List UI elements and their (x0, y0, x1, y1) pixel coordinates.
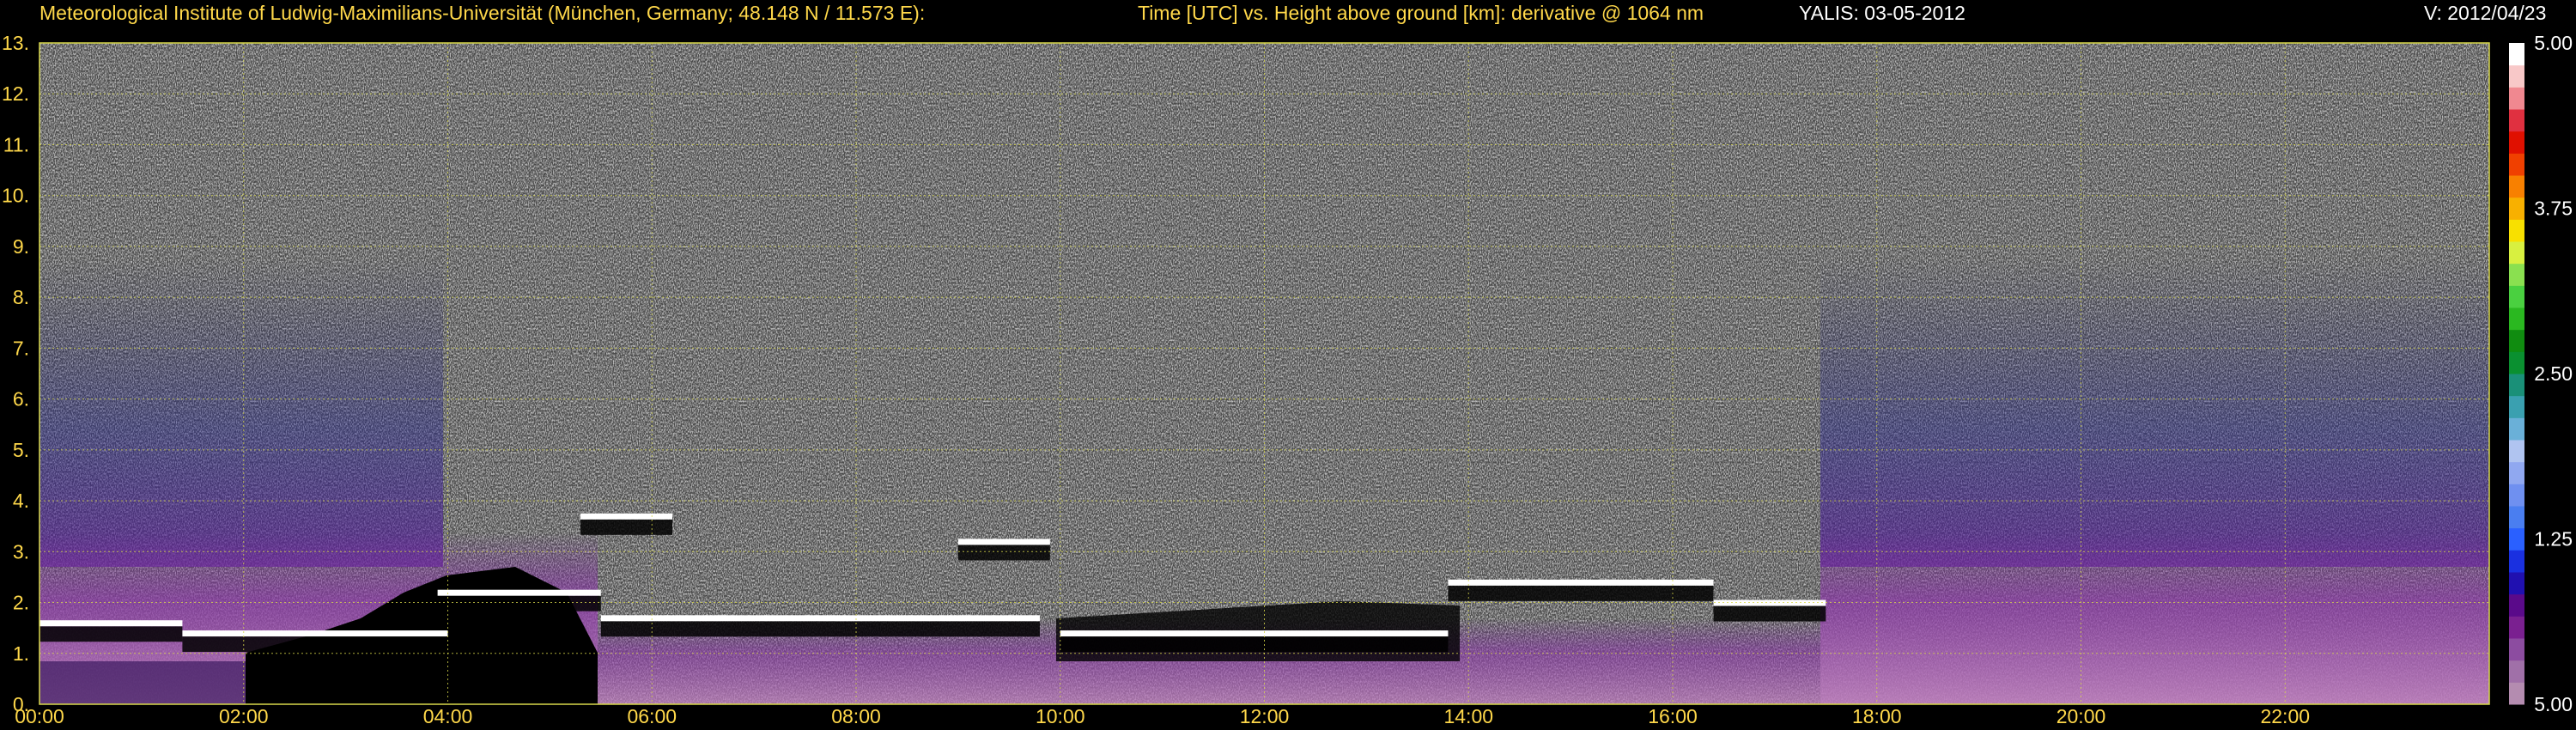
colorbar-segment (2509, 593, 2524, 617)
y-tick-label: 8. (13, 286, 29, 308)
y-tick-label: 9. (13, 235, 29, 258)
y-tick-label: 0. (13, 693, 29, 715)
aerosol-layer (39, 620, 183, 627)
y-tick-label: 5. (13, 439, 29, 461)
x-tick-label: 10:00 (1036, 705, 1085, 727)
layer-shadow (600, 621, 1040, 637)
y-tick-label: 3. (13, 540, 29, 563)
x-axis-ticks: 00:00 02:00 04:00 06:00 08:00 10:00 12:00 14:00… (15, 705, 2310, 727)
colorbar-segment (2509, 527, 2524, 551)
aerosol-layer (580, 513, 673, 520)
colorbar-segment (2509, 109, 2524, 132)
x-tick-label: 02:00 (219, 705, 269, 727)
aerosol-layer (1448, 579, 1714, 586)
layer-shadow (39, 626, 183, 642)
colorbar-segment (2509, 550, 2524, 573)
x-tick-label: 20:00 (2057, 705, 2106, 727)
colorbar-segment (2509, 351, 2524, 374)
colorbar-segment (2509, 506, 2524, 529)
colorbar-segment (2509, 440, 2524, 463)
colorbar-segment (2509, 87, 2524, 110)
aerosol-layer (600, 615, 1040, 622)
y-tick-label: 7. (13, 337, 29, 359)
y-tick-label: 10. (2, 185, 29, 207)
colorbar (2509, 43, 2524, 705)
colorbar-segment (2509, 329, 2524, 352)
x-tick-label: 22:00 (2260, 705, 2310, 727)
colorbar-segment (2509, 374, 2524, 397)
colorbar-segment (2509, 638, 2524, 661)
layer-shadow (1448, 585, 1714, 601)
y-tick-label: 6. (13, 388, 29, 411)
colorbar-segment (2509, 417, 2524, 441)
x-tick-label: 18:00 (1852, 705, 1902, 727)
y-tick-label: 2. (13, 592, 29, 614)
x-tick-label: 06:00 (627, 705, 677, 727)
colorbar-segment (2509, 197, 2524, 220)
x-tick-label: 16:00 (1648, 705, 1698, 727)
colorbar-tick-label: 3.75 (2534, 198, 2573, 220)
colorbar-segment (2509, 43, 2524, 66)
colorbar-segment (2509, 616, 2524, 639)
colorbar-segment (2509, 175, 2524, 198)
x-tick-label: 08:00 (831, 705, 881, 727)
layer-shadow (1060, 636, 1449, 653)
y-tick-label: 1. (13, 642, 29, 665)
x-tick-label: 04:00 (423, 705, 473, 727)
aerosol-layer (1060, 630, 1449, 637)
x-tick-label: 12:00 (1240, 705, 1290, 727)
colorbar-tick-label: 1.25 (2534, 528, 2573, 551)
colorbar-segment (2509, 395, 2524, 418)
colorbar-labels: 5.00 3.75 2.50 1.25 5.00 (2534, 32, 2573, 715)
colorbar-segment (2509, 219, 2524, 242)
colorbar-segment (2509, 307, 2524, 331)
colorbar-segment (2509, 241, 2524, 265)
aerosol-layer (182, 630, 448, 637)
layer-shadow (1713, 605, 1826, 622)
colorbar-segment (2509, 660, 2524, 683)
colorbar-segment (2509, 682, 2524, 705)
layer-shadow (437, 595, 601, 611)
aerosol-layer (957, 538, 1050, 545)
colorbar-segment (2509, 461, 2524, 484)
layer-shadow (580, 519, 673, 535)
colorbar-segment (2509, 285, 2524, 308)
colorbar-segment (2509, 484, 2524, 507)
colorbar-segment (2509, 131, 2524, 154)
y-tick-label: 11. (3, 133, 29, 155)
colorbar-tick-label: 2.50 (2534, 362, 2573, 385)
x-tick-label: 14:00 (1443, 705, 1493, 727)
colorbar-segment (2509, 153, 2524, 176)
y-axis-ticks: 0. 1. 2. 3. 4. 5. 6. 7. 8. 9. 10. 11. 12. 13. (2, 32, 29, 715)
colorbar-segment (2509, 572, 2524, 595)
colorbar-segment (2509, 64, 2524, 88)
lidar-heatmap-chart: 00:00 02:00 04:00 06:00 08:00 10:00 12:00 14:00… (2, 32, 2573, 727)
y-tick-label: 13. (2, 32, 29, 54)
y-tick-label: 4. (13, 490, 29, 512)
layer-shadow (957, 544, 1050, 561)
colorbar-tick-label: 5.00 (2534, 693, 2573, 715)
colorbar-tick-label: 5.00 (2534, 32, 2573, 54)
layer-shadow (182, 636, 448, 653)
colorbar-segment (2509, 263, 2524, 286)
y-tick-label: 12. (2, 82, 29, 105)
aerosol-layer (437, 589, 601, 596)
